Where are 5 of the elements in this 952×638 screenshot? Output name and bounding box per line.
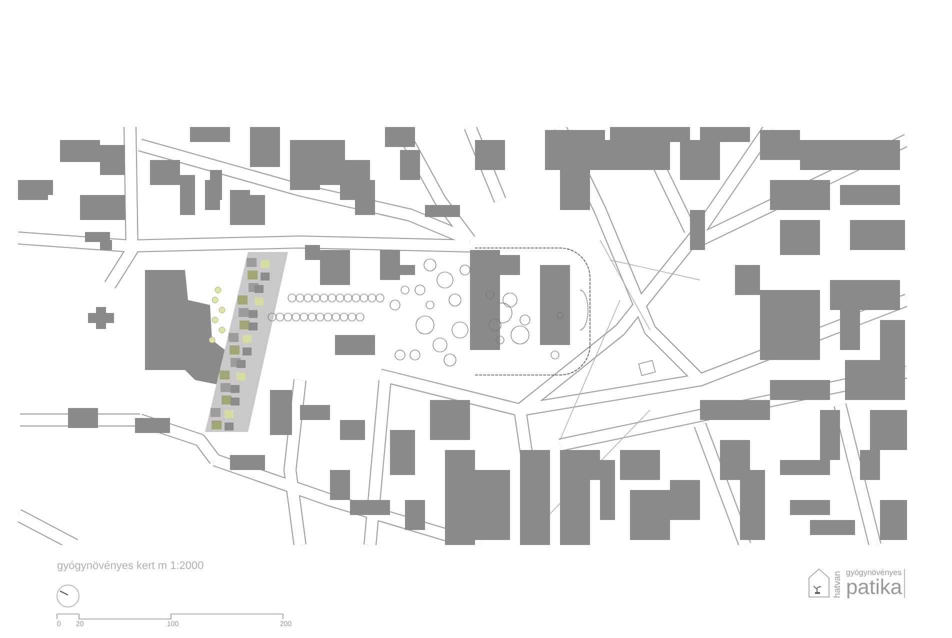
logo-vertical-text: hatvan: [833, 570, 843, 598]
house-sprout-icon: [808, 568, 830, 598]
drawing-caption: gyógynövényes kert m 1:2000: [57, 559, 204, 574]
logo-subtitle: gyógynövényes: [846, 569, 902, 577]
logo-title: patika: [846, 577, 902, 598]
